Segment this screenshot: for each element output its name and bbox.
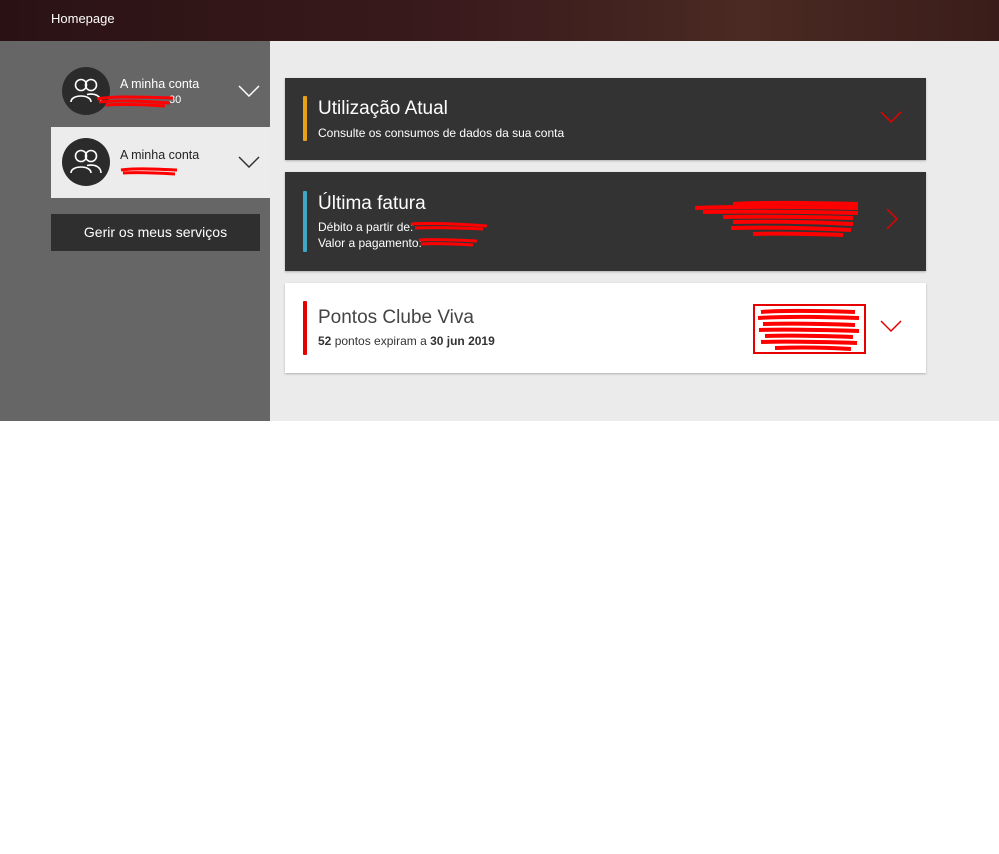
redaction-mark <box>418 238 478 247</box>
chevron-down-icon[interactable] <box>238 156 260 168</box>
debit-label: Débito a partir de: <box>318 220 414 234</box>
usage-subtitle: Consulte os consumos de dados da sua con… <box>318 126 565 140</box>
payment-label: Valor a pagamento: <box>318 236 422 250</box>
homepage-link[interactable]: Homepage <box>51 11 115 26</box>
chevron-down-icon[interactable] <box>880 111 902 123</box>
redaction-box <box>753 304 866 354</box>
sidebar: A minha conta 30 A minha conta Gerir os … <box>0 41 270 421</box>
usage-card[interactable]: Utilização Atual Consulte os consumos de… <box>285 78 926 160</box>
expiry-date: 30 jun 2019 <box>430 334 495 348</box>
account-label: A minha conta <box>120 148 200 162</box>
points-card[interactable]: Pontos Clube Viva 52 pontos expiram a 30… <box>285 283 926 373</box>
chevron-down-icon[interactable] <box>880 320 902 332</box>
main-content: Utilização Atual Consulte os consumos de… <box>270 41 999 421</box>
invoice-title: Última fatura <box>318 193 426 214</box>
usage-title: Utilização Atual <box>318 98 448 119</box>
redaction-mark <box>120 167 178 176</box>
points-summary: 52 pontos expiram a 30 jun 2019 <box>318 334 495 348</box>
manage-services-button[interactable]: Gerir os meus serviços <box>51 214 260 251</box>
account-label: A minha conta <box>120 77 200 91</box>
users-icon <box>62 138 110 186</box>
accent-bar <box>303 96 307 141</box>
redaction-mark <box>694 200 859 237</box>
account-item-2[interactable]: A minha conta <box>51 127 270 198</box>
accent-bar <box>303 191 307 252</box>
redaction-mark <box>410 222 488 231</box>
points-text: pontos expiram a <box>331 334 431 348</box>
chevron-down-icon[interactable] <box>238 85 260 97</box>
account-item-1[interactable]: A minha conta 30 <box>51 56 270 127</box>
accent-bar <box>303 301 307 355</box>
invoice-card[interactable]: Última fatura Débito a partir de: Valor … <box>285 172 926 271</box>
redaction-mark <box>96 95 174 108</box>
points-title: Pontos Clube Viva <box>318 307 474 328</box>
top-bar: Homepage <box>0 0 999 41</box>
points-value: 52 <box>318 334 332 348</box>
chevron-right-icon[interactable] <box>886 208 898 230</box>
